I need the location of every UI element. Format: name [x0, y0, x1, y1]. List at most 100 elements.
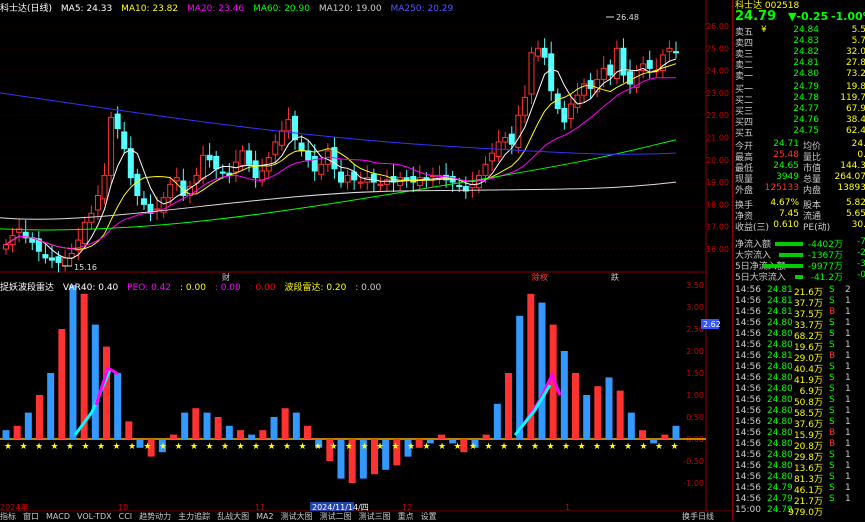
candle — [529, 53, 534, 94]
bottom-tabs[interactable]: 指标窗口 MACD VOL-TDX CCI 趋势动力主力追踪乱战大图 MA2 测试大图测试二… — [0, 511, 732, 521]
quote-cell: 24.83 — [793, 36, 819, 46]
candle — [63, 258, 68, 266]
quote-cell: S — [829, 318, 835, 328]
bottom-tab[interactable]: 趋势动力 — [139, 512, 171, 521]
ask-row: 卖三24.8232.0 — [735, 47, 865, 58]
bottom-tab[interactable]: 主力追踪 — [178, 512, 210, 521]
tick-row: 14:5624.806.9万S1 — [735, 384, 865, 395]
quote-cell: 979.0万 — [788, 505, 823, 518]
price-tick: 18.00 — [706, 200, 729, 209]
candle — [253, 161, 258, 178]
indicator-bar — [70, 285, 77, 439]
candle — [49, 258, 54, 260]
quote-cell: 1 — [845, 461, 851, 471]
bottom-tab[interactable]: 测试三图 — [359, 512, 391, 521]
tick-row: 14:5624.8041.9万S1 — [735, 373, 865, 384]
bottom-tab[interactable]: 测试二图 — [320, 512, 352, 521]
chart-area[interactable]: 26.0025.0024.0023.0022.0021.0020.0019.00… — [0, 0, 732, 521]
quote-cell: 7.45 — [779, 209, 799, 219]
quote-cell: 24.79 — [793, 82, 819, 92]
indicator-bar — [137, 439, 144, 448]
tick-row: 14:5624.8019.6万S1 — [735, 340, 865, 351]
candle — [608, 65, 613, 75]
indicator-tick: -1.00 — [683, 479, 704, 488]
quote-cell: S — [829, 296, 835, 306]
signal-star: ★ — [299, 442, 307, 452]
bottom-tab[interactable]: 重点 — [398, 512, 414, 521]
quote-cell: 0. — [857, 150, 865, 160]
quote-cell: -0 — [857, 270, 865, 280]
quote-cell: 1 — [845, 318, 851, 328]
bottom-tab[interactable]: VOL-TDX — [77, 512, 112, 521]
price-tick: 22.00 — [706, 111, 729, 120]
bottom-right-tab[interactable]: 换手 — [682, 512, 698, 521]
peo-label: PEO: 0.42 — [127, 283, 171, 293]
signal-star: ★ — [66, 442, 74, 452]
price-tick: 16.00 — [706, 245, 729, 254]
price-tick: 24.00 — [706, 67, 729, 76]
signal-star: ★ — [20, 442, 28, 452]
signal-star: ★ — [376, 442, 384, 452]
indicator-bar — [293, 413, 300, 439]
candle — [299, 143, 304, 151]
indicator-bar — [14, 426, 21, 439]
indicator-tick: 3.50 — [686, 281, 704, 290]
quote-cell: 24.81 — [793, 58, 819, 68]
indicator-bar — [505, 373, 512, 439]
indicator-bar — [36, 395, 43, 439]
price-tick: 26.00 — [706, 22, 729, 31]
indicator-bar — [114, 373, 121, 439]
quote-cell: 264.07 — [835, 172, 865, 182]
bottom-tab[interactable]: 设置 — [421, 512, 437, 521]
stat-row: 外盘125133内盘13893 — [735, 183, 865, 194]
indicator-bar — [192, 408, 199, 439]
bottom-right-tab[interactable]: 日线 — [698, 512, 714, 521]
bottom-tab[interactable]: MACD — [46, 512, 70, 521]
quote-cell: 62.4 — [846, 126, 865, 136]
quote-panel: 科士达 002518 24.79 ▼-0.25 -1.00% 卖五¥24.845… — [732, 0, 865, 521]
bottom-tab[interactable]: 测试大图 — [281, 512, 313, 521]
indicator-bar — [103, 347, 110, 439]
kline-chart[interactable]: 26.0025.0024.0023.0022.0021.0020.0019.00… — [0, 0, 732, 521]
candle — [371, 174, 376, 182]
candle — [214, 156, 219, 168]
candle — [562, 109, 567, 122]
quote-cell: 0.610 — [773, 220, 799, 230]
indicator-bar — [606, 377, 613, 439]
signal-star: ★ — [4, 442, 12, 452]
candle — [168, 184, 173, 197]
bid-row: 买二24.78119.7 — [735, 93, 865, 104]
candle — [621, 48, 626, 75]
signal-star: ★ — [655, 442, 663, 452]
tick-row: 14:5624.8137.7万S1 — [735, 296, 865, 307]
indicator-bar — [628, 413, 635, 439]
bottom-tab[interactable]: MA2 — [256, 512, 273, 521]
candle — [286, 120, 291, 131]
candle — [95, 195, 100, 209]
quote-cell: 24.80 — [793, 69, 819, 79]
bid-row: 买三24.7767.9 — [735, 104, 865, 115]
signal-star: ★ — [392, 442, 400, 452]
bottom-tab[interactable]: CCI — [119, 512, 133, 521]
quote-cell: 24.80 — [767, 472, 793, 482]
bottom-tab[interactable]: 指标 — [0, 512, 16, 521]
candle — [89, 213, 94, 222]
candle — [674, 52, 679, 53]
quote-cell: 卖一 — [735, 69, 753, 82]
quote-cell: 24.79 — [767, 494, 793, 504]
quote-cell: 2 — [845, 285, 851, 295]
candle — [601, 68, 606, 79]
signal-star: ★ — [190, 442, 198, 452]
quote-cell: 14:56 — [735, 351, 761, 361]
bottom-tab[interactable]: 乱战大图 — [217, 512, 249, 521]
signal-star: ★ — [159, 442, 167, 452]
tick-row: 14:5624.8129.0万B1 — [735, 351, 865, 362]
candle — [122, 132, 127, 149]
quote-cell: 24.80 — [767, 450, 793, 460]
stat-row: 现量3949总量264.07 — [735, 172, 865, 183]
tick-row: 14:5624.8050.8万S1 — [735, 395, 865, 406]
bottom-tab[interactable]: 窗口 — [23, 512, 39, 521]
signal-star: ★ — [531, 442, 539, 452]
ask-row: 卖一24.8073.2 — [735, 69, 865, 80]
quote-cell: 14:56 — [735, 483, 761, 493]
